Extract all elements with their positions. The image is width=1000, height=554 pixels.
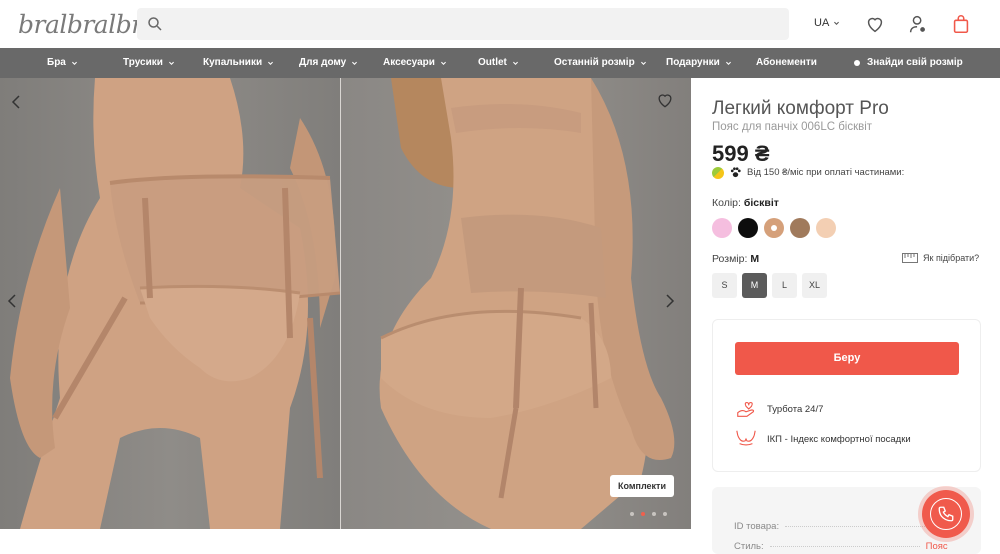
- gallery-dot[interactable]: [630, 512, 634, 516]
- product-gallery[interactable]: Комплекти: [0, 78, 691, 529]
- color-swatches: [712, 218, 836, 238]
- style-value-link[interactable]: Пояс: [926, 541, 948, 552]
- color-label: Колір: бісквіт: [712, 197, 779, 209]
- callback-button[interactable]: [922, 490, 970, 538]
- chevron-down-icon: [71, 61, 77, 65]
- feature-comfort-index: ІКП - Індекс комфортної посадки: [735, 428, 911, 450]
- buy-button[interactable]: Беру: [735, 342, 959, 375]
- chevron-down-icon: [725, 61, 731, 65]
- phone-icon: [938, 506, 954, 522]
- cart-icon[interactable]: [950, 13, 972, 35]
- product-price: 599 ₴: [712, 141, 770, 166]
- language-label: UA: [814, 17, 830, 29]
- photo-next-icon[interactable]: [661, 293, 677, 309]
- kits-button[interactable]: Комплекти: [610, 475, 674, 497]
- chevron-down-icon: [512, 61, 518, 65]
- color-swatch[interactable]: [712, 218, 732, 238]
- paw-icon: [730, 167, 741, 178]
- chevron-down-icon: [834, 21, 840, 25]
- product-title: Легкий комфорт Pro: [712, 98, 889, 119]
- color-swatch[interactable]: [764, 218, 784, 238]
- nav-item-panties[interactable]: Трусики: [123, 48, 175, 78]
- color-swatch[interactable]: [738, 218, 758, 238]
- nav-item-gifts[interactable]: Подарунки: [666, 48, 732, 78]
- dotted-leader: [769, 546, 920, 547]
- gallery-pagination: [630, 512, 667, 516]
- installment-text: Від 150 ₴/міс при оплаті частинами:: [747, 167, 905, 178]
- size-option[interactable]: M: [742, 273, 767, 298]
- search-bar[interactable]: [137, 8, 789, 40]
- gallery-prev-icon[interactable]: [9, 94, 25, 110]
- header: bralbralbra UA: [0, 0, 1000, 48]
- wishlist-heart-icon[interactable]: [655, 90, 675, 110]
- info-row-style: Стиль: Пояс: [734, 541, 948, 552]
- gallery-dot[interactable]: [652, 512, 656, 516]
- color-swatch[interactable]: [790, 218, 810, 238]
- care-hands-icon: [737, 402, 755, 417]
- nav-item-last-size[interactable]: Останній розмір: [554, 48, 647, 78]
- bra-icon: [736, 430, 756, 446]
- feature-care: Турбота 24/7: [735, 398, 823, 420]
- size-options: S M L XL: [712, 273, 827, 298]
- search-input[interactable]: [171, 8, 781, 40]
- user-icon[interactable]: [907, 13, 929, 35]
- nav-item-swimwear[interactable]: Купальники: [203, 48, 274, 78]
- size-value: M: [750, 253, 760, 265]
- search-icon[interactable]: [146, 15, 164, 33]
- nav-item-bra[interactable]: Бра: [47, 48, 78, 78]
- nav-item-home[interactable]: Для дому: [299, 48, 358, 78]
- gallery-dot-active[interactable]: [641, 512, 645, 516]
- chevron-down-icon: [268, 61, 274, 65]
- model-back-illustration: [379, 78, 675, 529]
- color-swatch[interactable]: [816, 218, 836, 238]
- chevron-down-icon: [168, 61, 174, 65]
- chevron-down-icon: [440, 61, 446, 65]
- size-option[interactable]: S: [712, 273, 737, 298]
- language-selector[interactable]: UA: [814, 17, 840, 29]
- size-option[interactable]: XL: [802, 273, 827, 298]
- model-front-illustration: [10, 78, 340, 529]
- size-guide-link[interactable]: Як підібрати?: [902, 253, 979, 263]
- size-option[interactable]: L: [772, 273, 797, 298]
- info-row-id: ID товара:: [734, 521, 936, 532]
- chevron-down-icon: [352, 61, 358, 65]
- product-photo-front[interactable]: [0, 78, 340, 529]
- nav-item-outlet[interactable]: Outlet: [478, 48, 519, 78]
- main-nav: Бра Трусики Купальники Для дому Аксесуар…: [0, 48, 1000, 78]
- find-your-size-link[interactable]: Знайди свій розмір: [854, 48, 963, 78]
- ruler-icon: [902, 253, 918, 263]
- size-label: Розмір: M: [712, 253, 760, 265]
- product-subtitle: Пояс для панчіх 006LC бісквіт: [712, 121, 873, 133]
- heart-icon[interactable]: [864, 13, 886, 35]
- product-photo-back[interactable]: [341, 78, 691, 529]
- installment-info: Від 150 ₴/міс при оплаті частинами:: [712, 166, 904, 179]
- photo-prev-icon[interactable]: [5, 293, 21, 309]
- dot-icon: [854, 60, 860, 66]
- nav-item-accessories[interactable]: Аксесуари: [383, 48, 447, 78]
- chevron-down-icon: [640, 61, 646, 65]
- payment-provider-icon: [712, 166, 724, 179]
- buy-box: Беру Турбота 24/7 ІКП - Індекс комфортно…: [712, 319, 981, 472]
- dotted-leader: [785, 526, 936, 527]
- nav-item-subscriptions[interactable]: Абонементи: [756, 48, 817, 78]
- gallery-dot[interactable]: [663, 512, 667, 516]
- color-value: бісквіт: [743, 197, 779, 209]
